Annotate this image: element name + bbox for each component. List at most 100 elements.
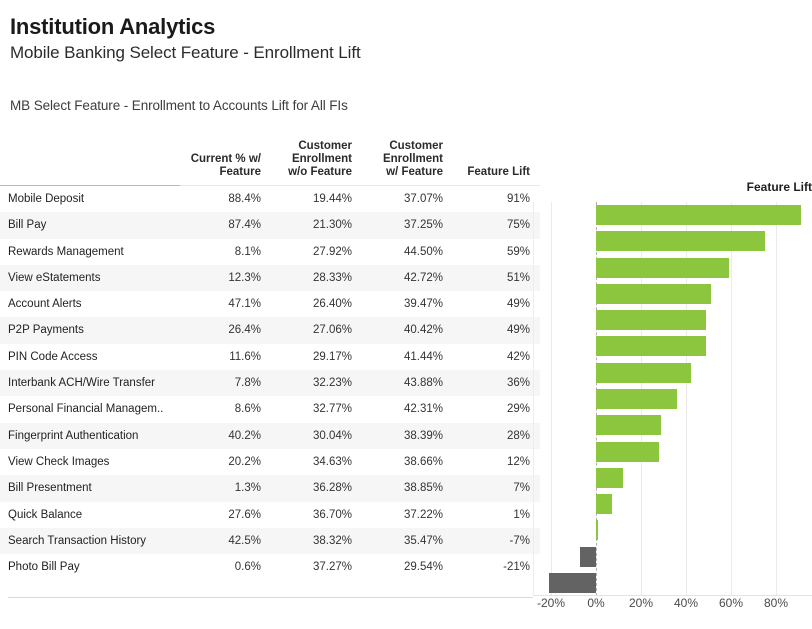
- column-header-line: Customer: [298, 140, 352, 152]
- table-cell-enroll-wo: 28.33%: [271, 264, 362, 292]
- table-row[interactable]: Photo Bill Pay 0.6% 37.27% 29.54% -21%: [0, 554, 540, 581]
- column-header-line: w/ Feature: [386, 166, 443, 178]
- chart-x-tick-label: 40%: [673, 596, 699, 610]
- chart-x-axis: -20% 0% 20% 40% 60% 80%: [533, 596, 812, 618]
- table-cell-enroll-w: 44.50%: [362, 238, 453, 265]
- table-row[interactable]: Personal Financial Managem.. 8.6% 32.77% 42…: [0, 396, 540, 423]
- feature-lift-table: Current % w/ Feature Customer Enrollment…: [0, 140, 540, 581]
- table-cell-feature-name: PIN Code Access: [0, 343, 180, 371]
- table-header: Current % w/ Feature Customer Enrollment…: [0, 140, 540, 186]
- table-cell-enroll-wo: 29.17%: [271, 343, 362, 371]
- table-cell-enroll-w: 38.66%: [362, 448, 453, 476]
- report-caption: MB Select Feature - Enrollment to Accoun…: [10, 98, 348, 113]
- chart-bar[interactable]: [596, 336, 707, 357]
- table-cell-enroll-wo: 32.77%: [271, 396, 362, 423]
- table-cell-enroll-wo: 37.27%: [271, 554, 362, 581]
- table-cell-lift: 49%: [453, 291, 540, 318]
- table-row[interactable]: Bill Pay 87.4% 21.30% 37.25% 75%: [0, 212, 540, 239]
- table-bottom-rule: [8, 597, 533, 598]
- table-cell-enroll-wo: 21.30%: [271, 212, 362, 239]
- chart-bar[interactable]: [596, 441, 659, 462]
- chart-bar[interactable]: [596, 231, 765, 252]
- chart-x-tick-label: 20%: [628, 596, 654, 610]
- table-row[interactable]: View eStatements 12.3% 28.33% 42.72% 51%: [0, 264, 540, 292]
- table-cell-enroll-w: 42.72%: [362, 264, 453, 292]
- table-cell-lift: 51%: [453, 264, 540, 292]
- chart-bar[interactable]: [596, 389, 677, 409]
- table-row[interactable]: Fingerprint Authentication 40.2% 30.04% 38.…: [0, 422, 540, 449]
- chart-bar[interactable]: [596, 520, 599, 541]
- table-cell-lift: 49%: [453, 317, 540, 344]
- chart-x-tick-label: 60%: [718, 596, 744, 610]
- column-header-enrollment-without: Customer Enrollment w/o Feature: [271, 140, 362, 186]
- table-cell-lift: 59%: [453, 238, 540, 265]
- chart-gridline: [776, 202, 777, 596]
- chart-bar[interactable]: [596, 467, 623, 488]
- table-cell-enroll-wo: 36.70%: [271, 501, 362, 528]
- table-cell-enroll-wo: 30.04%: [271, 422, 362, 449]
- page-subtitle: Mobile Banking Select Feature - Enrollme…: [10, 43, 361, 62]
- table-cell-feature-name: Bill Pay: [0, 212, 180, 239]
- table-cell-feature-name: Account Alerts: [0, 291, 180, 318]
- column-header-line: w/o Feature: [288, 166, 352, 178]
- table-cell-enroll-w: 43.88%: [362, 370, 453, 397]
- table-cell-enroll-w: 38.85%: [362, 475, 453, 502]
- table-cell-lift: 7%: [453, 475, 540, 502]
- table-row[interactable]: View Check Images 20.2% 34.63% 38.66% 12%: [0, 448, 540, 476]
- column-header-line: Customer: [389, 140, 443, 152]
- chart-bar[interactable]: [596, 362, 691, 383]
- table-cell-feature-name: Quick Balance: [0, 501, 180, 528]
- table-row[interactable]: Search Transaction History 42.5% 38.32% 35.…: [0, 527, 540, 555]
- table-cell-feature-name: Search Transaction History: [0, 527, 180, 555]
- table-cell-current-pct: 88.4%: [180, 185, 271, 213]
- chart-x-tick-label: 80%: [763, 596, 789, 610]
- column-header-enrollment-with: Customer Enrollment w/ Feature: [362, 140, 453, 186]
- table-cell-current-pct: 8.6%: [180, 396, 271, 423]
- chart-gridline: [731, 202, 732, 596]
- feature-lift-table-wrap: Current % w/ Feature Customer Enrollment…: [0, 140, 540, 581]
- table-cell-lift: 29%: [453, 396, 540, 423]
- table-cell-lift: 36%: [453, 370, 540, 397]
- chart-bar[interactable]: [596, 494, 612, 515]
- table-cell-lift: 12%: [453, 448, 540, 476]
- column-header-current-pct: Current % w/ Feature: [180, 140, 271, 186]
- table-cell-lift: 42%: [453, 343, 540, 371]
- table-row[interactable]: Bill Presentment 1.3% 36.28% 38.85% 7%: [0, 475, 540, 502]
- table-cell-lift: -7%: [453, 527, 540, 555]
- table-cell-feature-name: Mobile Deposit: [0, 185, 180, 213]
- chart-bar[interactable]: [596, 257, 729, 278]
- table-cell-enroll-w: 41.44%: [362, 343, 453, 371]
- table-cell-lift: 28%: [453, 422, 540, 449]
- table-row[interactable]: Interbank ACH/Wire Transfer 7.8% 32.23% 43.…: [0, 370, 540, 397]
- chart-bar[interactable]: [596, 205, 801, 226]
- table-cell-enroll-w: 29.54%: [362, 554, 453, 581]
- table-row[interactable]: Rewards Management 8.1% 27.92% 44.50% 59%: [0, 238, 540, 265]
- table-cell-feature-name: Fingerprint Authentication: [0, 422, 180, 449]
- table-cell-current-pct: 47.1%: [180, 291, 271, 318]
- column-header-feature: [0, 140, 180, 186]
- table-cell-feature-name: P2P Payments: [0, 317, 180, 344]
- chart-bar[interactable]: [596, 415, 662, 436]
- table-cell-feature-name: Photo Bill Pay: [0, 554, 180, 581]
- table-row[interactable]: P2P Payments 26.4% 27.06% 40.42% 49%: [0, 317, 540, 344]
- table-row[interactable]: Quick Balance 27.6% 36.70% 37.22% 1%: [0, 501, 540, 528]
- table-cell-enroll-wo: 32.23%: [271, 370, 362, 397]
- chart-bar[interactable]: [596, 283, 711, 304]
- table-body: Mobile Deposit 88.4% 19.44% 37.07% 91% Bill P…: [0, 185, 540, 581]
- table-cell-enroll-w: 37.22%: [362, 501, 453, 528]
- table-row[interactable]: Account Alerts 47.1% 26.40% 39.47% 49%: [0, 291, 540, 318]
- table-cell-current-pct: 40.2%: [180, 422, 271, 449]
- table-cell-feature-name: Personal Financial Managem..: [0, 396, 180, 423]
- table-cell-enroll-wo: 19.44%: [271, 185, 362, 213]
- table-cell-enroll-wo: 27.06%: [271, 317, 362, 344]
- table-row[interactable]: PIN Code Access 11.6% 29.17% 41.44% 42%: [0, 343, 540, 371]
- table-cell-feature-name: Bill Presentment: [0, 475, 180, 502]
- chart-bar[interactable]: [596, 310, 707, 331]
- chart-bar[interactable]: [548, 572, 596, 593]
- chart-bar[interactable]: [580, 546, 596, 567]
- table-cell-enroll-w: 40.42%: [362, 317, 453, 344]
- table-row[interactable]: Mobile Deposit 88.4% 19.44% 37.07% 91%: [0, 185, 540, 213]
- chart-title: Feature Lift: [746, 180, 812, 194]
- column-header-line: Feature: [219, 166, 261, 178]
- table-cell-feature-name: Interbank ACH/Wire Transfer: [0, 370, 180, 397]
